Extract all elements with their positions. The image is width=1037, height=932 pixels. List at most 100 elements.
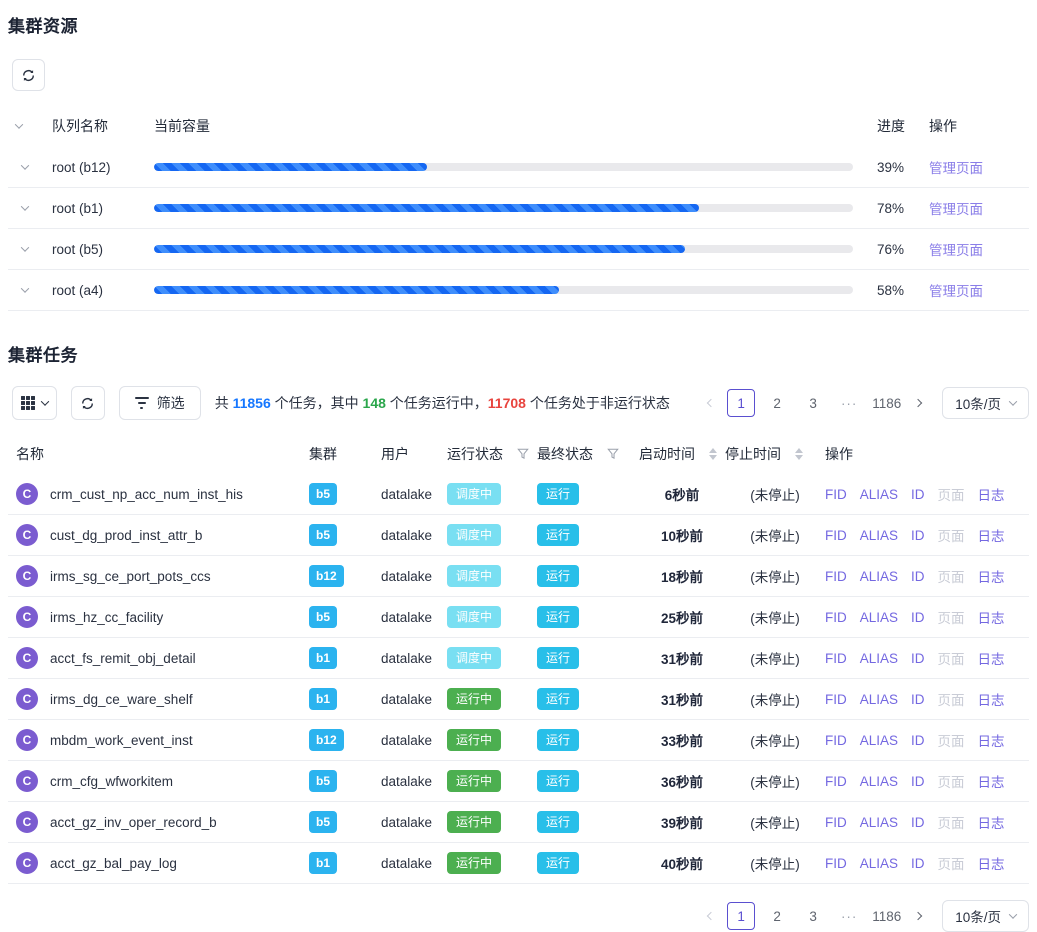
- final-state-cell: 运行: [537, 483, 639, 505]
- op-alias-link[interactable]: ALIAS: [860, 487, 898, 502]
- op-log-link[interactable]: 日志: [978, 730, 1005, 750]
- task-name: acct_gz_bal_pay_log: [50, 856, 177, 871]
- op-id-link[interactable]: ID: [911, 815, 925, 830]
- op-alias-link[interactable]: ALIAS: [860, 528, 898, 543]
- cluster-cell: b5: [309, 483, 381, 505]
- op-log-link[interactable]: 日志: [978, 607, 1005, 627]
- task-table-row: C crm_cust_np_acc_num_inst_his b5 datala…: [8, 474, 1029, 515]
- op-alias-link[interactable]: ALIAS: [860, 733, 898, 748]
- op-fid-link[interactable]: FID: [825, 856, 847, 871]
- task-table-row: C irms_sg_ce_port_pots_ccs b12 datalake …: [8, 556, 1029, 597]
- op-fid-link[interactable]: FID: [825, 815, 847, 830]
- expand-row-chevron-icon[interactable]: [21, 202, 29, 210]
- start-time: 40秒前: [639, 853, 725, 873]
- op-alias-link[interactable]: ALIAS: [860, 610, 898, 625]
- page-button-1186[interactable]: 1186: [871, 902, 902, 930]
- queue-name: root (b12): [52, 160, 154, 175]
- page-ellipsis[interactable]: ···: [835, 389, 863, 417]
- op-log-link[interactable]: 日志: [978, 648, 1005, 668]
- total-task-count: 11856: [233, 395, 271, 411]
- task-avatar: C: [16, 770, 38, 792]
- queue-name: root (b5): [52, 242, 154, 257]
- ops-cell: FIDALIASID页面日志: [825, 771, 1021, 791]
- manage-page-link[interactable]: 管理页面: [929, 198, 1021, 218]
- page-button-2[interactable]: 2: [763, 389, 791, 417]
- op-fid-link[interactable]: FID: [825, 569, 847, 584]
- op-alias-link[interactable]: ALIAS: [860, 651, 898, 666]
- op-fid-link[interactable]: FID: [825, 487, 847, 502]
- op-alias-link[interactable]: ALIAS: [860, 815, 898, 830]
- page-ellipsis[interactable]: ···: [835, 902, 863, 930]
- op-fid-link[interactable]: FID: [825, 528, 847, 543]
- stop-time: (未停止): [725, 853, 825, 873]
- run-state-badge: 运行中: [447, 729, 501, 751]
- op-log-link[interactable]: 日志: [978, 525, 1005, 545]
- run-state-cell: 运行中: [447, 811, 537, 833]
- chevron-right-icon: [914, 912, 922, 920]
- op-id-link[interactable]: ID: [911, 528, 925, 543]
- resources-refresh-button[interactable]: [12, 59, 45, 91]
- next-page-button[interactable]: [906, 389, 930, 417]
- op-id-link[interactable]: ID: [911, 692, 925, 707]
- op-id-link[interactable]: ID: [911, 651, 925, 666]
- op-log-link[interactable]: 日志: [978, 689, 1005, 709]
- op-id-link[interactable]: ID: [911, 774, 925, 789]
- op-log-link[interactable]: 日志: [978, 771, 1005, 791]
- tasks-refresh-button[interactable]: [71, 386, 105, 420]
- filter-funnel-icon[interactable]: [517, 448, 529, 460]
- sort-icon[interactable]: [709, 448, 717, 460]
- prev-page-button[interactable]: [699, 902, 723, 930]
- task-table-row: C mbdm_work_event_inst b12 datalake 运行中 …: [8, 720, 1029, 761]
- capacity-bar-fill: [154, 204, 699, 212]
- filter-button[interactable]: 筛选: [119, 386, 201, 420]
- queue-name: root (a4): [52, 283, 154, 298]
- manage-page-link[interactable]: 管理页面: [929, 239, 1021, 259]
- page-button-2[interactable]: 2: [763, 902, 791, 930]
- op-fid-link[interactable]: FID: [825, 774, 847, 789]
- page-button-3[interactable]: 3: [799, 902, 827, 930]
- column-settings-button[interactable]: [12, 386, 57, 420]
- op-alias-link[interactable]: ALIAS: [860, 692, 898, 707]
- op-fid-link[interactable]: FID: [825, 692, 847, 707]
- op-alias-link[interactable]: ALIAS: [860, 856, 898, 871]
- op-log-link[interactable]: 日志: [978, 566, 1005, 586]
- page-button-3[interactable]: 3: [799, 389, 827, 417]
- op-id-link[interactable]: ID: [911, 569, 925, 584]
- page-button-1186[interactable]: 1186: [871, 389, 902, 417]
- op-fid-link[interactable]: FID: [825, 651, 847, 666]
- manage-page-link[interactable]: 管理页面: [929, 157, 1021, 177]
- op-id-link[interactable]: ID: [911, 856, 925, 871]
- task-table-row: C cust_dg_prod_inst_attr_b b5 datalake 调…: [8, 515, 1029, 556]
- next-page-button[interactable]: [906, 902, 930, 930]
- page-size-select[interactable]: 10条/页: [942, 900, 1029, 932]
- op-log-link[interactable]: 日志: [978, 853, 1005, 873]
- manage-page-link[interactable]: 管理页面: [929, 280, 1021, 300]
- op-id-link[interactable]: ID: [911, 487, 925, 502]
- expand-row-chevron-icon[interactable]: [21, 243, 29, 251]
- expand-row-chevron-icon[interactable]: [21, 161, 29, 169]
- op-log-link[interactable]: 日志: [978, 484, 1005, 504]
- op-id-link[interactable]: ID: [911, 610, 925, 625]
- op-log-link[interactable]: 日志: [978, 812, 1005, 832]
- cluster-badge: b5: [309, 770, 337, 792]
- task-name: irms_dg_ce_ware_shelf: [50, 692, 193, 707]
- op-id-link[interactable]: ID: [911, 733, 925, 748]
- filter-funnel-icon[interactable]: [607, 448, 619, 460]
- collapse-all-chevron-icon[interactable]: [15, 120, 23, 128]
- sort-icon[interactable]: [795, 448, 803, 460]
- page-button-1[interactable]: 1: [727, 389, 755, 417]
- expand-row-chevron-icon[interactable]: [21, 284, 29, 292]
- op-fid-link[interactable]: FID: [825, 733, 847, 748]
- task-avatar: C: [16, 729, 38, 751]
- page-size-select[interactable]: 10条/页: [942, 387, 1029, 419]
- cluster-cell: b1: [309, 647, 381, 669]
- page-button-1[interactable]: 1: [727, 902, 755, 930]
- col-cluster: 集群: [309, 444, 381, 464]
- op-alias-link[interactable]: ALIAS: [860, 569, 898, 584]
- op-page-link: 页面: [938, 648, 965, 668]
- prev-page-button[interactable]: [699, 389, 723, 417]
- op-fid-link[interactable]: FID: [825, 610, 847, 625]
- ops-cell: FIDALIASID页面日志: [825, 730, 1021, 750]
- op-alias-link[interactable]: ALIAS: [860, 774, 898, 789]
- final-state-badge: 运行: [537, 565, 579, 587]
